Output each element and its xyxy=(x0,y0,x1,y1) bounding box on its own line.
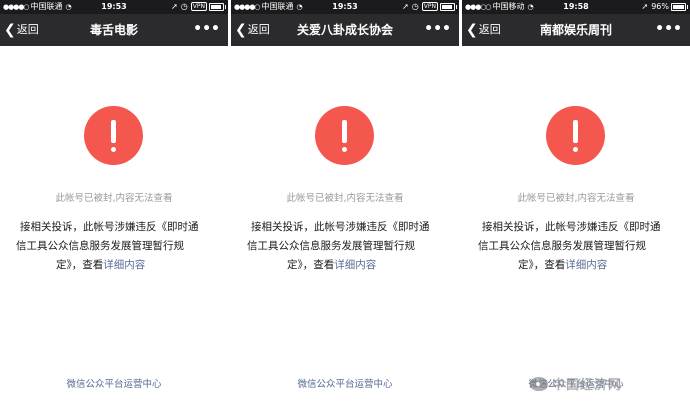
banned-message: 此帐号已被封,内容无法查看 xyxy=(55,193,173,204)
vpn-badge: VPN xyxy=(421,2,438,11)
status-bar: ●●●●○ 中国联通 ◔ 19:53 ➚ ◷ VPN xyxy=(0,0,228,14)
vpn-badge: VPN xyxy=(190,2,207,11)
description-line-1: 接相关投诉，此帐号涉嫌违反《即时通 xyxy=(20,221,199,233)
status-bar: ●●●○○ 中国移动 ◔ 19:58 ➚ 96% xyxy=(462,0,690,14)
description-line-2: 信工具公众信息服务发展管理暂行规 xyxy=(247,240,415,252)
back-label: 返回 xyxy=(16,23,39,36)
violation-description: 接相关投诉，此帐号涉嫌违反《即时通 信工具公众信息服务发展管理暂行规 定》，查看… xyxy=(478,218,680,275)
back-label: 返回 xyxy=(247,23,270,36)
description-line-1: 接相关投诉，此帐号涉嫌违反《即时通 xyxy=(482,221,661,233)
battery-icon xyxy=(440,2,457,11)
description-line-1: 接相关投诉，此帐号涉嫌违反《即时通 xyxy=(251,221,430,233)
back-button[interactable]: ❮返回 xyxy=(235,14,270,46)
detail-link[interactable]: 详细内容 xyxy=(565,259,607,271)
description-line-3: 定》，查看 xyxy=(56,259,104,271)
exclamation-icon xyxy=(546,106,605,165)
phone-screen-2: ●●●●○ 中国联通 ◔ 19:53 ➚ ◷ VPN ❮返回 关爱八卦成长协会 ••• … xyxy=(231,0,459,402)
banned-message: 此帐号已被封,内容无法查看 xyxy=(517,193,635,204)
description-line-2: 信工具公众信息服务发展管理暂行规 xyxy=(16,240,184,252)
banned-message: 此帐号已被封,内容无法查看 xyxy=(286,193,404,204)
weibo-logo-icon xyxy=(530,376,548,391)
description-line-2: 信工具公众信息服务发展管理暂行规 xyxy=(478,240,646,252)
back-label: 返回 xyxy=(478,23,501,36)
location-arrow-icon: ➚ xyxy=(171,2,178,11)
violation-description: 接相关投诉，此帐号涉嫌违反《即时通 信工具公众信息服务发展管理暂行规 定》，查看… xyxy=(16,218,218,275)
nav-bar: ❮返回 南都娱乐周刊 ••• xyxy=(462,14,690,46)
violation-description: 接相关投诉，此帐号涉嫌违反《即时通 信工具公众信息服务发展管理暂行规 定》，查看… xyxy=(247,218,449,275)
detail-link[interactable]: 详细内容 xyxy=(103,259,145,271)
status-bar: ●●●●○ 中国联通 ◔ 19:53 ➚ ◷ VPN xyxy=(231,0,459,14)
chevron-left-icon: ❮ xyxy=(466,22,478,38)
footer-link[interactable]: 微信公众平台运营中心 xyxy=(0,376,228,390)
phone-screen-3: ●●●○○ 中国移动 ◔ 19:58 ➚ 96% ❮返回 南都娱乐周刊 ••• 此帐号… xyxy=(462,0,690,402)
screenshot-row: ●●●●○ 中国联通 ◔ 19:53 ➚ ◷ VPN ❮返回 毒舌电影 ••• 此帐号已… xyxy=(0,0,690,402)
battery-percent: 96% xyxy=(651,2,669,11)
watermark-text: 中国经济网 xyxy=(552,378,623,393)
location-arrow-icon: ➚ xyxy=(641,2,649,11)
back-button[interactable]: ❮返回 xyxy=(4,14,39,46)
battery-icon xyxy=(209,2,226,11)
phone-screen-1: ●●●●○ 中国联通 ◔ 19:53 ➚ ◷ VPN ❮返回 毒舌电影 ••• 此帐号已… xyxy=(0,0,228,402)
alarm-icon: ◷ xyxy=(180,2,188,11)
more-menu-button[interactable]: ••• xyxy=(655,14,682,46)
alarm-icon: ◷ xyxy=(411,2,419,11)
more-menu-button[interactable]: ••• xyxy=(424,14,451,46)
banned-notice: 此帐号已被封,内容无法查看 接相关投诉，此帐号涉嫌违反《即时通 信工具公众信息服… xyxy=(0,46,228,402)
detail-link[interactable]: 详细内容 xyxy=(334,259,376,271)
chevron-left-icon: ❮ xyxy=(4,22,16,38)
chevron-left-icon: ❮ xyxy=(235,22,247,38)
back-button[interactable]: ❮返回 xyxy=(466,14,501,46)
banned-notice: 此帐号已被封,内容无法查看 接相关投诉，此帐号涉嫌违反《即时通 信工具公众信息服… xyxy=(462,46,690,402)
exclamation-icon xyxy=(84,106,143,165)
battery-icon xyxy=(671,2,688,11)
exclamation-icon xyxy=(315,106,374,165)
more-menu-button[interactable]: ••• xyxy=(193,14,220,46)
footer-link[interactable]: 微信公众平台运营中心 xyxy=(231,376,459,390)
description-line-3: 定》，查看 xyxy=(518,259,566,271)
banned-notice: 此帐号已被封,内容无法查看 接相关投诉，此帐号涉嫌违反《即时通 信工具公众信息服… xyxy=(231,46,459,402)
nav-bar: ❮返回 关爱八卦成长协会 ••• xyxy=(231,14,459,46)
description-line-3: 定》，查看 xyxy=(287,259,335,271)
nav-bar: ❮返回 毒舌电影 ••• xyxy=(0,14,228,46)
watermark: 中国经济网 xyxy=(530,374,688,396)
location-arrow-icon: ➚ xyxy=(402,2,409,11)
